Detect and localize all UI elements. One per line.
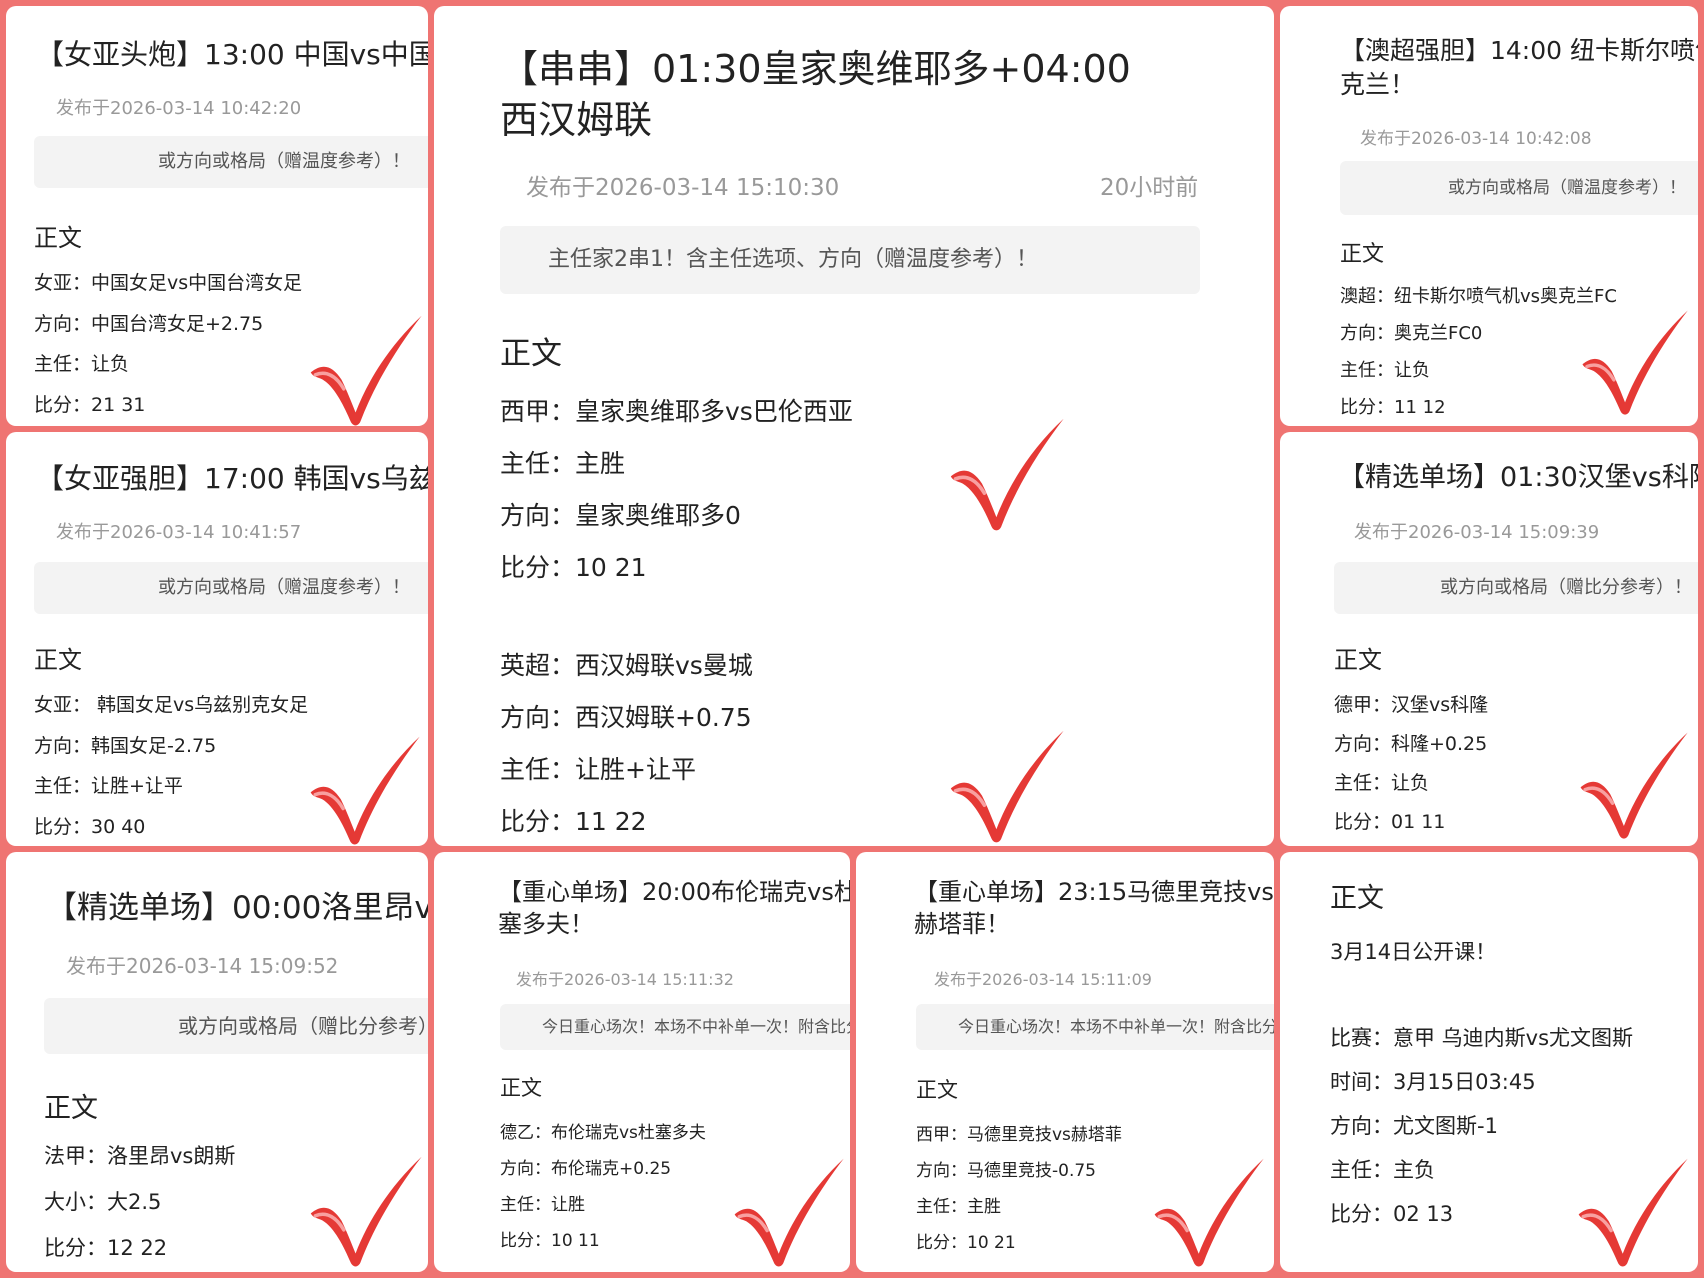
section-heading: 正文 (44, 1093, 98, 1124)
post-line: 比赛：意甲 乌迪内斯vs尤文图斯 (1330, 1026, 1634, 1050)
post-line: 西甲：皇家奥维耶多vs巴伦西亚 (500, 397, 853, 426)
post-line: 女亚：中国女足vs中国台湾女足 (34, 272, 303, 294)
post-line: 方向：韩国女足-2.75 (34, 735, 217, 757)
post-line: 比分：21 31 (34, 394, 146, 416)
post-line: 大小：大2.5 (44, 1190, 162, 1214)
post-line: 女亚： 韩国女足vs乌兹别克女足 (34, 694, 309, 716)
publish-time: 发布于2026-03-14 10:41:57 (56, 522, 302, 543)
post-card-womens-asia-korea[interactable]: 【女亚强胆】17:00 韩国vs乌兹 发布于2026-03-14 10:41:5… (6, 432, 428, 846)
post-line: 德乙：布伦瑞克vs杜塞多夫 (500, 1123, 706, 1143)
post-line: 英超：西汉姆联vs曼城 (500, 651, 753, 680)
post-line: 主任：让负 (1340, 360, 1430, 381)
post-line: 方向：西汉姆联+0.75 (500, 703, 752, 732)
publish-time: 发布于2026-03-14 10:42:08 (1360, 129, 1592, 149)
post-title[interactable]: 【重心单场】20:00布伦瑞克vs杜塞多夫！ (498, 876, 850, 941)
section-heading: 正文 (500, 1076, 542, 1100)
post-line: 比分：11 12 (1340, 397, 1446, 418)
post-line: 方向：科隆+0.25 (1334, 733, 1488, 755)
post-line: 比分：10 21 (916, 1233, 1016, 1253)
post-card-braunschweig-dusseldorf[interactable]: 【重心单场】20:00布伦瑞克vs杜塞多夫！ 发布于2026-03-14 15:… (434, 852, 850, 1272)
section-heading: 正文 (1340, 242, 1385, 267)
post-note: 主任家2串1！含主任选项、方向（赠温度参考）！ (500, 226, 1200, 294)
post-line: 方向：马德里竞技-0.75 (916, 1161, 1096, 1181)
section-heading: 正文 (34, 646, 82, 674)
post-note: 或方向或格局（赠比分参考）！ (1334, 562, 1698, 614)
post-line: 方向：奥克兰FC0 (1340, 323, 1483, 344)
post-line: 主任：主胜 (500, 449, 626, 478)
post-line: 主任：主胜 (916, 1197, 1001, 1217)
post-line: 主任：让胜 (500, 1195, 585, 1215)
publish-time: 发布于2026-03-14 15:09:39 (1354, 522, 1600, 543)
section-heading: 正文 (34, 224, 82, 252)
section-heading: 正文 (916, 1078, 958, 1102)
post-line: 法甲：洛里昂vs朗斯 (44, 1144, 236, 1168)
publish-time: 发布于2026-03-14 10:42:20 (56, 98, 302, 119)
publish-time: 发布于2026-03-14 15:09:52 (66, 954, 339, 978)
post-line: 西甲：马德里竞技vs赫塔菲 (916, 1125, 1122, 1145)
red-checkmark-icon (306, 1152, 424, 1270)
red-checkmark-icon (1578, 306, 1690, 418)
post-title[interactable]: 【精选单场】00:00洛里昂vs朗斯 (46, 888, 428, 930)
post-line: 澳超：纽卡斯尔喷气机vs奥克兰FC (1340, 286, 1617, 307)
post-note: 或方向或格局（赠温度参考）！ (34, 136, 428, 188)
post-subtitle: 3月14日公开课！ (1330, 940, 1497, 964)
red-checkmark-icon (946, 414, 1066, 534)
post-line: 方向：中国台湾女足+2.75 (34, 313, 264, 335)
post-line: 比分：30 40 (34, 816, 146, 838)
red-checkmark-icon (946, 726, 1066, 846)
post-title[interactable]: 【澳超强胆】14:00 纽卡斯尔喷气机vs奥克兰！ (1340, 34, 1698, 102)
publish-time: 发布于2026-03-14 15:11:32 (516, 970, 734, 989)
publish-time: 发布于2026-03-14 15:10:30 (526, 175, 840, 201)
post-note: 今日重心场次！本场不中补单一次！附含比分参考！ (916, 1004, 1274, 1050)
post-title[interactable]: 【女亚头炮】13:00 中国vs中国 (36, 36, 428, 74)
post-line: 德甲：汉堡vs科隆 (1334, 694, 1489, 716)
post-line: 主任：让负 (34, 353, 130, 375)
post-card-udinese-juventus[interactable]: 正文 3月14日公开课！ 比赛：意甲 乌迪内斯vs尤文图斯 时间：3月15日03… (1280, 852, 1698, 1272)
post-line: 方向：尤文图斯-1 (1330, 1114, 1498, 1138)
red-checkmark-icon (1576, 728, 1690, 842)
post-card-womens-asia-china[interactable]: 【女亚头炮】13:00 中国vs中国 发布于2026-03-14 10:42:2… (6, 6, 428, 426)
red-checkmark-icon (1150, 1154, 1266, 1270)
post-card-hamburg-koln[interactable]: 【精选单场】01:30汉堡vs科隆 发布于2026-03-14 15:09:39… (1280, 432, 1698, 846)
red-checkmark-icon (306, 732, 422, 846)
red-checkmark-icon (730, 1154, 846, 1270)
post-line: 主任：让胜+让平 (500, 755, 696, 784)
section-heading: 正文 (500, 336, 562, 372)
post-line: 时间：3月15日03:45 (1330, 1070, 1536, 1094)
post-line: 比分：01 11 (1334, 811, 1446, 833)
post-note: 或方向或格局（赠温度参考）！ (1340, 161, 1698, 215)
post-line: 比分：11 22 (500, 807, 647, 836)
post-title[interactable]: 【精选单场】01:30汉堡vs科隆 (1338, 460, 1698, 496)
time-ago: 20小时前 (1100, 175, 1199, 201)
post-line: 方向：布伦瑞克+0.25 (500, 1159, 672, 1179)
section-heading: 正文 (1334, 646, 1382, 674)
post-card-atletico-getafe[interactable]: 【重心单场】23:15马德里竞技vs赫塔菲！ 发布于2026-03-14 15:… (856, 852, 1274, 1272)
post-line: 方向：皇家奥维耶多0 (500, 501, 741, 530)
post-title[interactable]: 【重心单场】23:15马德里竞技vs赫塔菲！ (914, 876, 1274, 941)
post-card-lorient-lens[interactable]: 【精选单场】00:00洛里昂vs朗斯 发布于2026-03-14 15:09:5… (6, 852, 428, 1272)
post-line: 主任：让胜+让平 (34, 775, 183, 797)
publish-time: 发布于2026-03-14 15:11:09 (934, 970, 1152, 989)
post-line: 比分：10 11 (500, 1231, 600, 1251)
post-line: 主任：让负 (1334, 772, 1430, 794)
red-checkmark-icon (306, 311, 424, 426)
post-note: 或方向或格局（赠比分参考）！ (44, 998, 428, 1054)
section-heading: 正文 (1330, 883, 1384, 914)
post-title[interactable]: 【女亚强胆】17:00 韩国vs乌兹 (36, 460, 428, 498)
post-card-a-league-newcastle[interactable]: 【澳超强胆】14:00 纽卡斯尔喷气机vs奥克兰！ 发布于2026-03-14 … (1280, 6, 1698, 426)
post-card-parlay[interactable]: 【串串】01:30皇家奥维耶多+04:00西汉姆联 发布于2026-03-14 … (434, 6, 1274, 846)
post-line: 比分：02 13 (1330, 1202, 1454, 1226)
post-title[interactable]: 【串串】01:30皇家奥维耶多+04:00西汉姆联 (500, 44, 1160, 147)
post-line: 比分：12 22 (44, 1236, 168, 1260)
post-note: 今日重心场次！本场不中补单一次！附含比分参考！ (500, 1004, 850, 1050)
red-checkmark-icon (1574, 1154, 1690, 1270)
post-line: 主任：主负 (1330, 1158, 1435, 1182)
post-line: 比分：10 21 (500, 553, 647, 582)
post-note: 或方向或格局（赠温度参考）！ (34, 562, 428, 614)
